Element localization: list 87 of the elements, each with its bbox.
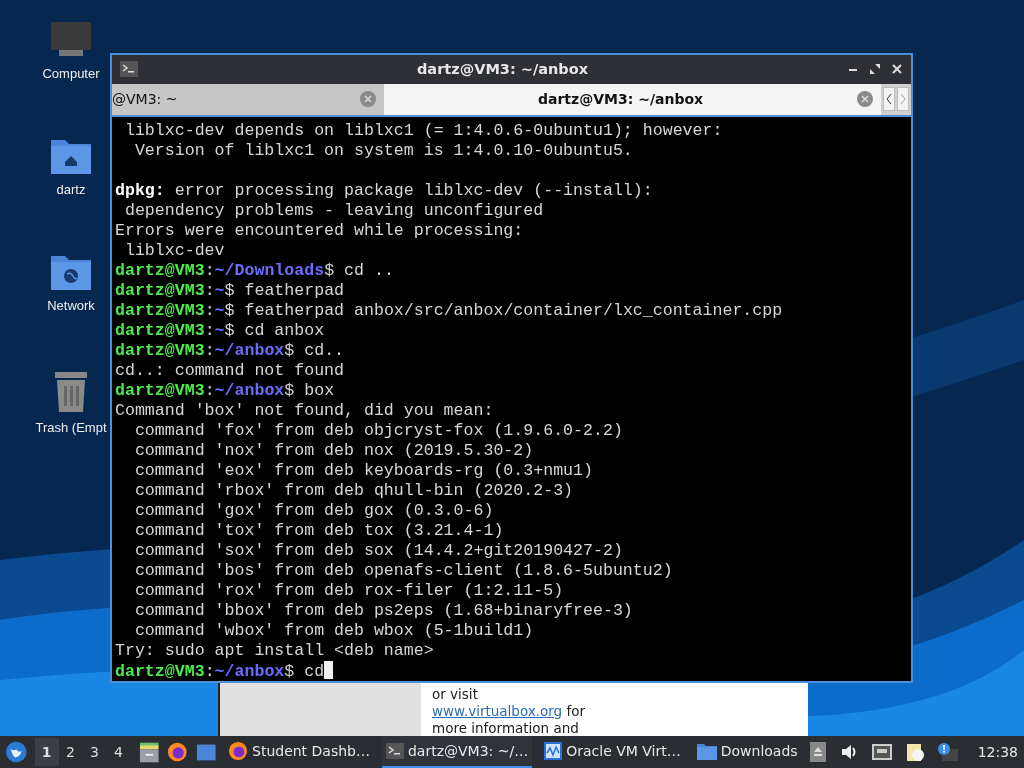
window-title: dartz@VM3: ~/anbox bbox=[416, 61, 589, 78]
body-text: or visit bbox=[432, 686, 478, 702]
terminal-output: Errors were encountered while processing: bbox=[115, 221, 524, 240]
workspace-button[interactable]: 4 bbox=[106, 738, 131, 766]
terminal-output: command 'gox' from deb gox (0.3.0-6) bbox=[133, 501, 494, 520]
task-button[interactable]: Downloads bbox=[692, 736, 802, 768]
terminal-output: dependency problems - leaving unconfigured bbox=[123, 201, 544, 220]
clock[interactable]: 12:38 bbox=[977, 744, 1018, 760]
task-button[interactable]: Oracle VM Virt… bbox=[540, 736, 685, 768]
terminal-output: command 'wbox' from deb wbox (5-1build1) bbox=[133, 621, 534, 640]
terminal-output: command 'bos' from deb openafs-client (1.8.6-5ubuntu2) bbox=[133, 561, 673, 580]
workspace-button[interactable]: 3 bbox=[82, 738, 107, 766]
prompt-path: ~/anbox bbox=[214, 341, 285, 360]
desktop-icon-label[interactable]: Trash (Empt bbox=[35, 420, 107, 435]
firefox-icon bbox=[228, 741, 248, 761]
prompt-separator: : bbox=[204, 321, 215, 340]
body-text: more information and bbox=[432, 720, 579, 736]
prompt-user: dartz@VM3 bbox=[115, 381, 205, 400]
desktop-icon-label[interactable]: dartz bbox=[56, 182, 86, 197]
prompt-user: dartz@VM3 bbox=[115, 261, 205, 280]
terminal-command: $ featherpad anbox/src/anbox/container/lxc_container.cpp bbox=[224, 301, 783, 320]
terminal-tab[interactable]: @VM3: ~ bbox=[112, 83, 385, 115]
terminal-output: liblxc-dev bbox=[123, 241, 225, 260]
prompt-path: ~/anbox bbox=[214, 381, 285, 400]
terminal-output: command 'fox' from deb objcryst-fox (1.9.6.0-2.2) bbox=[133, 421, 623, 440]
eject-icon[interactable] bbox=[809, 742, 826, 762]
prompt-separator: : bbox=[204, 281, 215, 300]
chevron-left-icon[interactable] bbox=[883, 87, 895, 112]
body-text: for bbox=[565, 703, 586, 719]
terminal-output: cd..: command not found bbox=[115, 361, 345, 380]
prompt-path: ~/anbox bbox=[214, 662, 285, 681]
prompt-separator: : bbox=[204, 662, 215, 681]
bird-logo-icon[interactable] bbox=[6, 741, 27, 763]
home-folder-icon[interactable] bbox=[49, 138, 93, 174]
waveform-icon bbox=[544, 742, 563, 760]
terminal-icon bbox=[386, 743, 404, 759]
prompt-path: ~ bbox=[214, 301, 225, 320]
prompt-separator: : bbox=[204, 261, 215, 280]
terminal-command: $ cd.. bbox=[284, 341, 345, 360]
terminal-output: command 'nox' from deb nox (2019.5.30-2) bbox=[133, 441, 534, 460]
prompt-path: ~ bbox=[214, 281, 225, 300]
terminal-output: command 'eox' from deb keyboards-rg (0.3+nmu1) bbox=[133, 461, 593, 480]
network-folder-icon[interactable] bbox=[49, 254, 93, 290]
terminal-command: $ cd .. bbox=[324, 261, 394, 280]
website-link[interactable]: www.virtualbox.org bbox=[432, 703, 563, 719]
terminal-output: command 'bbox' from deb ps2eps (1.68+binaryfree-3) bbox=[133, 601, 633, 620]
terminal-output: dpkg: error processing package liblxc-dev (--install): bbox=[115, 181, 653, 200]
terminal-tab[interactable]: dartz@VM3: ~/anbox bbox=[384, 83, 881, 115]
prompt-user: dartz@VM3 bbox=[115, 281, 205, 300]
terminal-output: command 'sox' from deb sox (14.4.2+git20190427-2) bbox=[133, 541, 623, 560]
prompt-separator: : bbox=[204, 381, 215, 400]
maximize-icon[interactable] bbox=[869, 63, 881, 76]
prompt-separator: : bbox=[204, 301, 215, 320]
notification-icon[interactable] bbox=[937, 743, 958, 761]
terminal-command: $ box bbox=[284, 381, 335, 400]
terminal-output: command 'rox' from deb rox-filer (1:2.11-5) bbox=[133, 581, 564, 600]
terminal-icon bbox=[120, 61, 138, 78]
task-button[interactable]: Student Dashb… bbox=[224, 736, 374, 768]
prompt-user: dartz@VM3 bbox=[115, 301, 205, 320]
clipboard-icon[interactable] bbox=[905, 742, 924, 762]
prompt-user: dartz@VM3 bbox=[115, 341, 205, 360]
terminal-command: $ featherpad bbox=[224, 281, 345, 300]
terminal-output: Try: sudo apt install <deb name> bbox=[115, 641, 434, 660]
folder-icon bbox=[696, 742, 717, 760]
prompt-user: dartz@VM3 bbox=[115, 662, 205, 681]
firefox-icon[interactable] bbox=[167, 741, 188, 763]
prompt-path: ~/Downloads bbox=[214, 261, 325, 280]
prompt-path: ~ bbox=[214, 321, 225, 340]
workspace-button[interactable]: 1 bbox=[34, 738, 59, 766]
desktop-icon-label[interactable]: Computer bbox=[42, 66, 100, 81]
task-button[interactable]: dartz@VM3: ~/… bbox=[382, 736, 533, 768]
prompt-user: dartz@VM3 bbox=[115, 321, 205, 340]
terminal-output: Command 'box' not found, did you mean: bbox=[115, 401, 494, 420]
prompt-separator: : bbox=[204, 341, 215, 360]
file-cabinet-icon[interactable] bbox=[138, 741, 159, 763]
volume-icon[interactable] bbox=[839, 743, 858, 761]
terminal-command: $ cd bbox=[284, 662, 325, 681]
terminal-output: command 'rbox' from deb qhull-bin (2020.2-3) bbox=[133, 481, 574, 500]
terminal-command: $ cd anbox bbox=[224, 321, 325, 340]
terminal-output: Version of liblxc1 on system is 1:4.0.10-0ubuntu5. bbox=[133, 141, 633, 160]
workspace-button[interactable]: 2 bbox=[58, 738, 83, 766]
monitor-icon[interactable] bbox=[49, 22, 93, 58]
terminal-output: liblxc-dev depends on liblxc1 (= 1:4.0.6-0ubuntu1); however: bbox=[123, 121, 723, 140]
ethernet-icon[interactable] bbox=[871, 744, 892, 760]
close-icon[interactable] bbox=[891, 63, 903, 76]
desktop-icon-label[interactable]: Network bbox=[47, 298, 95, 313]
terminal-output: command 'tox' from deb tox (3.21.4-1) bbox=[133, 521, 504, 540]
